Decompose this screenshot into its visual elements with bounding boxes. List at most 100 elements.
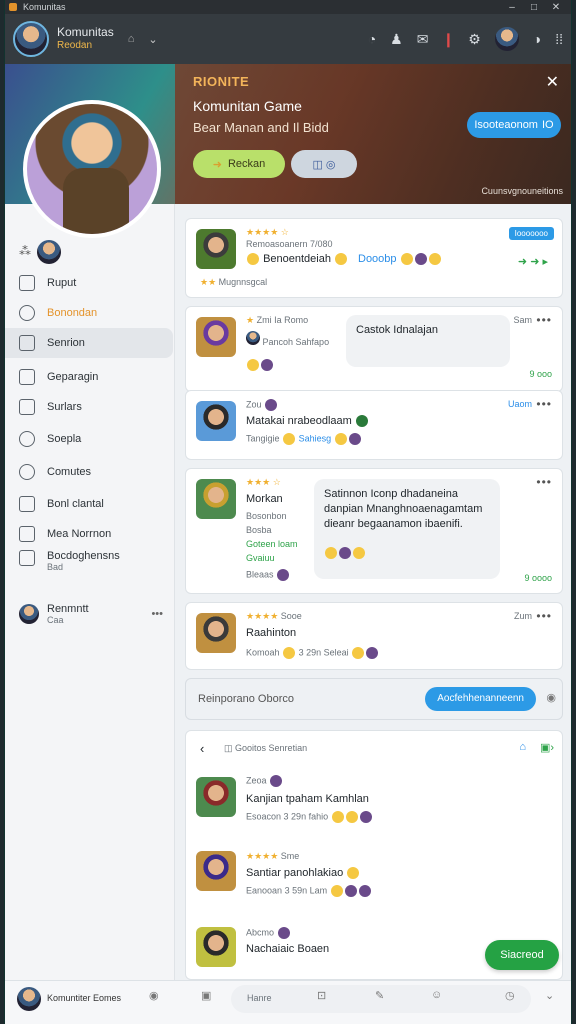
apps-icon[interactable]: ⁂: [19, 244, 31, 258]
send-icon[interactable]: ⌄: [545, 989, 554, 1002]
hero-right-button[interactable]: Isooteaonom IO: [467, 112, 561, 138]
smile-icon[interactable]: ☺: [431, 989, 442, 1001]
feed-card[interactable]: ★★★★ Sooe Raahinton Komoah 3 29n Seleai …: [185, 602, 563, 670]
bottom-bar: Komuntiter Eomes ◉ ▣ Hanre ⊡ ✎ ☺ ◷ ⌄: [5, 980, 571, 1024]
reply-input[interactable]: Reinporano Oborco: [198, 693, 294, 705]
card-sub-4: Gvaiuu: [246, 553, 275, 563]
clock-icon[interactable]: ◷: [505, 989, 515, 1002]
sidebar-item-bonl-clantal[interactable]: Bonl clantal: [5, 489, 173, 519]
feed-card[interactable]: ★★★★ ☆ Remoasoanern 7/080 Benoentdeiah D…: [185, 218, 563, 298]
profile-avatar[interactable]: [494, 27, 519, 51]
more-icon[interactable]: •••: [536, 609, 552, 623]
person-icon[interactable]: ♟: [390, 31, 403, 48]
message-placeholder: Hanre: [247, 993, 272, 1003]
card-time: Zum: [514, 611, 532, 621]
thread-sub-2: Eanooan 3 59n Lam: [246, 885, 372, 897]
card-badge[interactable]: Iooooooo: [508, 227, 554, 240]
top-bar: Komunitas Reodan ⌂ ⌄ ◔ ♟ ✉ ❙ ⚙ ◑ ⁞⁞: [5, 14, 571, 64]
card-sub: Komoah 3 29n Seleai: [246, 647, 379, 659]
reply-options-icon[interactable]: ◉: [546, 691, 556, 704]
hero-right-count: IO: [541, 119, 554, 131]
gallery-icon[interactable]: ▣: [201, 989, 211, 1002]
game-avatar: [196, 479, 236, 519]
comment-icon: [19, 464, 35, 480]
maximize-icon[interactable]: □: [523, 2, 545, 13]
card-meta: ★ Zmi Ia Romo: [246, 315, 309, 325]
reply-bar: Reinporano Oborco Aocfehhenanneenn ◉: [185, 678, 563, 720]
hero-title: Komunitan Game: [193, 98, 302, 114]
close-window-icon[interactable]: ✕: [545, 2, 567, 13]
hero-secondary-button[interactable]: ◫ ◎: [291, 150, 357, 178]
settings-icon[interactable]: ⚙: [468, 31, 481, 48]
chat-icon[interactable]: ✉: [417, 31, 429, 48]
hero-primary-label: Reckan: [227, 158, 266, 170]
hero-footer: Cuunsvgnouneitions: [481, 186, 563, 196]
sidebar-avatar[interactable]: [37, 240, 61, 264]
notification-icon[interactable]: ◔: [368, 31, 376, 47]
close-banner-icon[interactable]: ✕: [546, 72, 559, 92]
emoji-icon[interactable]: ◉: [149, 989, 159, 1002]
title-bar: Komunitas – □ ✕: [5, 0, 571, 14]
sidebar-item-soepla[interactable]: Soepla: [5, 424, 173, 454]
window-title: Komunitas: [23, 2, 66, 12]
share-icon[interactable]: ➜ ➜ ▸: [518, 255, 548, 268]
rating-stars: ★★★★ ☆: [246, 227, 289, 237]
grid-menu-icon[interactable]: ⁞⁞: [555, 31, 563, 47]
sidebar-item-senrion[interactable]: Senrion: [5, 328, 173, 358]
back-icon[interactable]: ‹: [200, 741, 204, 756]
calendar-icon: [19, 496, 35, 512]
minimize-icon[interactable]: –: [501, 2, 523, 13]
card-title: Raahinton: [246, 627, 297, 639]
card-title: Matakai nrabeodlaam: [246, 415, 369, 428]
card-meta: Zou: [246, 399, 278, 411]
user-avatar[interactable]: [13, 21, 49, 57]
bottom-avatar[interactable]: [17, 987, 41, 1011]
hero-primary-button[interactable]: ➜ Reckan: [193, 150, 285, 178]
alert-icon[interactable]: ❙: [442, 31, 454, 48]
more-icon[interactable]: •••: [151, 608, 163, 620]
sidebar-item-surlars[interactable]: Surlars: [5, 392, 173, 422]
fab-button[interactable]: Siacreod: [485, 940, 559, 970]
feed-card[interactable]: ★★★ ☆ Morkan Bosonbon Bosba Goteen loam …: [185, 468, 563, 594]
forward-icon[interactable]: ▣›: [540, 741, 554, 754]
more-icon[interactable]: •••: [536, 475, 552, 489]
game-avatar: [196, 777, 236, 817]
sidebar-item-geparagin[interactable]: Geparagin: [5, 362, 173, 392]
card-meta: ★★★★ Sooe: [246, 611, 302, 621]
reply-button[interactable]: Aocfehhenanneenn: [425, 687, 536, 711]
sidebar-item-mea-norrnon[interactable]: Mea Norrnon: [5, 519, 173, 549]
chevron-down-icon[interactable]: ⌄: [148, 33, 157, 46]
feed-card[interactable]: ★ Zmi Ia Romo Pancoh Sahfapo Castok Idna…: [185, 306, 563, 392]
attach-icon[interactable]: ✎: [375, 989, 384, 1002]
sidebar-item-comutes[interactable]: Comutes: [5, 457, 173, 487]
hero-tag: RIONITE: [193, 74, 250, 89]
bottom-name: Komuntiter Eomes: [47, 993, 122, 1003]
thread-meta: Zeoa: [246, 775, 283, 787]
sidebar-item-ruput[interactable]: Ruput: [5, 268, 173, 298]
sidebar-item-renmntt[interactable]: Renmntt Caa •••: [5, 596, 173, 632]
bookmark-icon[interactable]: ⌂: [519, 741, 526, 753]
more-icon[interactable]: •••: [536, 313, 552, 327]
card-reactions: [324, 547, 366, 560]
card-tag: ★★ Mugnnsgcal: [200, 277, 268, 287]
card-extra: Dooobp: [358, 253, 442, 266]
thread-title-3: Nachaiaic Boaen: [246, 943, 330, 955]
hero-right-label: Isooteaonom: [474, 119, 538, 131]
sidebar-item-bocdoghensns[interactable]: Bocdoghensns Bad: [5, 550, 173, 586]
list-icon: [19, 399, 35, 415]
lock-icon: ⌂: [127, 33, 135, 45]
inbox-icon: [19, 526, 35, 542]
hero-panel: RIONITE Komunitan Game Bear Manan and Il…: [175, 64, 571, 204]
sidebar-item-bonondan[interactable]: Bonondan: [5, 298, 173, 328]
feed-card[interactable]: Zou Matakai nrabeodlaam Tangigie Sahiesg…: [185, 390, 563, 460]
game-avatar: [196, 317, 236, 357]
sticker-icon[interactable]: ⊡: [317, 989, 326, 1002]
more-icon[interactable]: •••: [536, 397, 552, 411]
card-count: 9 ooo: [529, 369, 552, 379]
card-sub-5: Bleaas: [246, 569, 290, 581]
app-icon: [9, 3, 17, 11]
folder-icon: [19, 335, 35, 351]
card-sub: Tangigie Sahiesg: [246, 433, 362, 445]
member-avatar: [19, 604, 39, 624]
info-icon[interactable]: ◑: [533, 31, 541, 47]
